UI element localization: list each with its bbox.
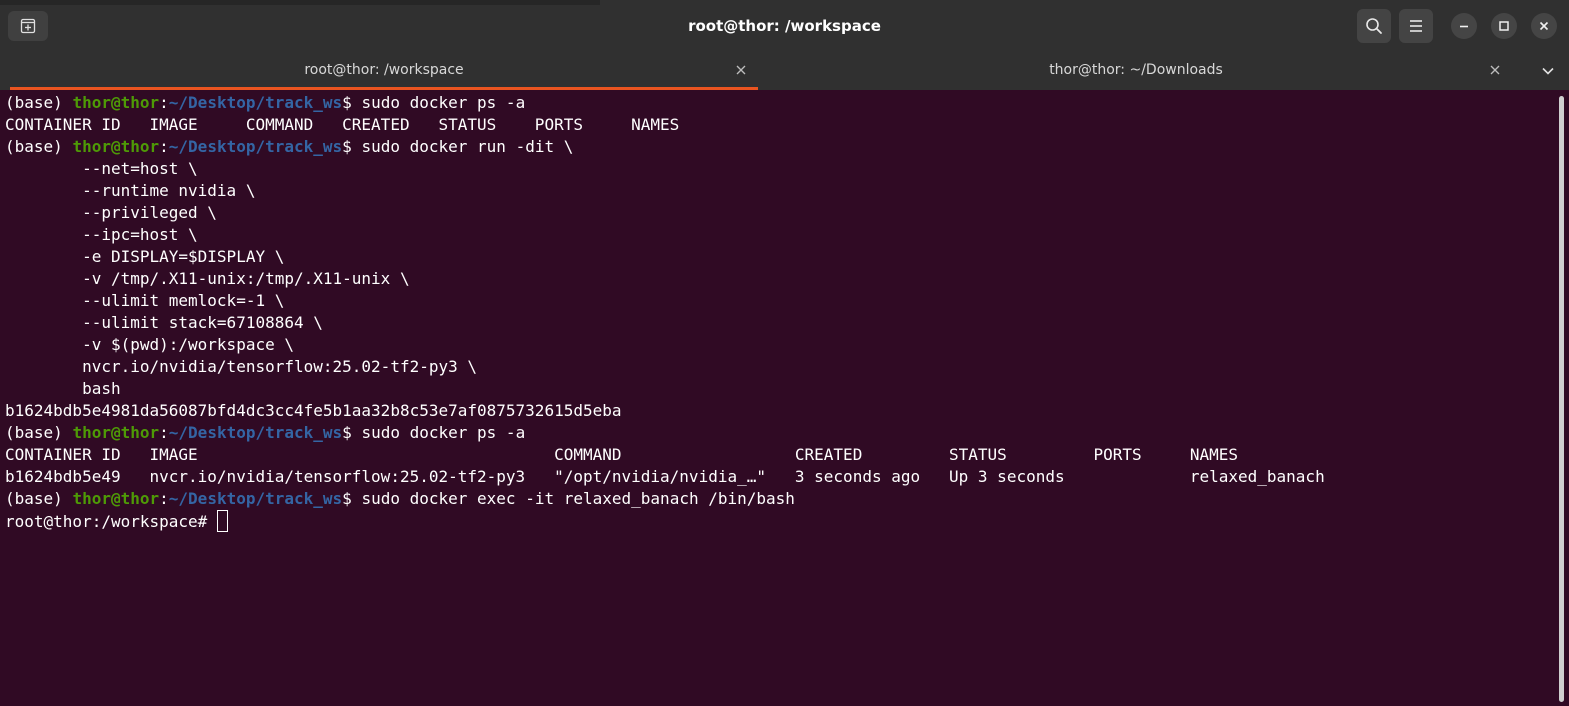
prompt-user-host: thor@thor [72,93,160,112]
prompt-symbol: $ [342,489,362,508]
text-cursor [216,510,228,532]
prompt-separator: : [159,423,169,442]
maximize-button[interactable] [1491,13,1517,39]
maximize-icon [1499,21,1509,31]
hamburger-menu-icon [1410,20,1422,32]
output-line: --privileged \ [5,203,217,222]
header-bar: root@thor: /workspace [0,0,1569,52]
search-button[interactable] [1357,9,1391,43]
command-text: sudo docker ps -a [361,93,526,112]
prompt-user-host: thor@thor [72,137,160,156]
prompt-separator: : [159,93,169,112]
prompt-line: (base) thor@thor:~/Desktop/track_ws$ sud… [5,136,1550,158]
output-line: b1624bdb5e49 nvcr.io/nvidia/tensorflow:2… [5,467,1325,486]
close-icon [1490,65,1500,75]
close-icon [736,65,746,75]
terminal-scrollbar[interactable] [1559,96,1564,702]
close-icon [1539,21,1549,31]
output-line: -e DISPLAY=$DISPLAY \ [5,247,285,266]
active-tab-indicator [10,87,758,90]
prompt-user-host: thor@thor [72,489,160,508]
prompt-line: (base) thor@thor:~/Desktop/track_ws$ sud… [5,422,1550,444]
prompt-path: ~/Desktop/track_ws [168,137,343,156]
prompt-separator: : [159,137,169,156]
output-line: --ipc=host \ [5,225,198,244]
output-line: --ulimit memlock=-1 \ [5,291,285,310]
output-line: b1624bdb5e4981da56087bfd4dc3cc4fe5b1aa32… [5,401,622,420]
prompt-env: (base) [5,423,73,442]
prompt-path: ~/Desktop/track_ws [168,423,343,442]
output-line: CONTAINER ID IMAGE COMMAND CREATED STATU… [5,445,1238,464]
tabs-overview-button[interactable] [1537,60,1559,82]
prompt-line: (base) thor@thor:~/Desktop/track_ws$ sud… [5,92,1550,114]
command-text: sudo docker run -dit \ [361,137,574,156]
minimize-button[interactable] [1451,13,1477,39]
prompt-env: (base) [5,137,73,156]
command-text: sudo docker ps -a [361,423,526,442]
prompt-user-host: thor@thor [72,423,160,442]
window-title: root@thor: /workspace [688,17,881,35]
prompt-symbol: $ [342,137,362,156]
prompt-env: (base) [5,489,73,508]
tab-label: root@thor: /workspace [304,62,464,78]
tab-label: thor@thor: ~/Downloads [1049,62,1223,78]
close-button[interactable] [1531,13,1557,39]
output-line: --runtime nvidia \ [5,181,256,200]
command-text: sudo docker exec -it relaxed_banach /bin… [361,489,795,508]
menu-button[interactable] [1399,9,1433,43]
terminal-window: root@thor: /workspace root@thor: /worksp… [0,0,1569,706]
prompt-symbol: $ [342,93,362,112]
output-line: -v /tmp/.X11-unix:/tmp/.X11-unix \ [5,269,410,288]
output-line: nvcr.io/nvidia/tensorflow:25.02-tf2-py3 … [5,357,478,376]
prompt-path: ~/Desktop/track_ws [168,93,343,112]
tab-bar: root@thor: /workspace thor@thor: ~/Downl… [0,52,1569,90]
root-prompt-line: root@thor:/workspace# [5,510,1550,532]
output-line: --ulimit stack=67108864 \ [5,313,323,332]
prompt-path: ~/Desktop/track_ws [168,489,343,508]
search-icon [1366,18,1382,34]
prompt-separator: : [159,489,169,508]
prompt-line: (base) thor@thor:~/Desktop/track_ws$ sud… [5,488,1550,510]
prompt-env: (base) [5,93,73,112]
terminal-output[interactable]: (base) thor@thor:~/Desktop/track_ws$ sud… [5,92,1550,706]
output-line: -v $(pwd):/workspace \ [5,335,294,354]
output-line: CONTAINER ID IMAGE COMMAND CREATED STATU… [5,115,680,134]
root-prompt: root@thor:/workspace# [5,512,217,531]
chevron-down-icon [1542,67,1554,75]
output-line: bash [5,379,121,398]
output-line: --net=host \ [5,159,198,178]
tab-thor-downloads[interactable]: thor@thor: ~/Downloads [760,52,1512,90]
tab-root-workspace[interactable]: root@thor: /workspace [10,52,758,90]
prompt-symbol: $ [342,423,362,442]
tab-close-button[interactable] [732,61,750,79]
minimize-icon [1460,25,1468,28]
tab-close-button[interactable] [1486,61,1504,79]
